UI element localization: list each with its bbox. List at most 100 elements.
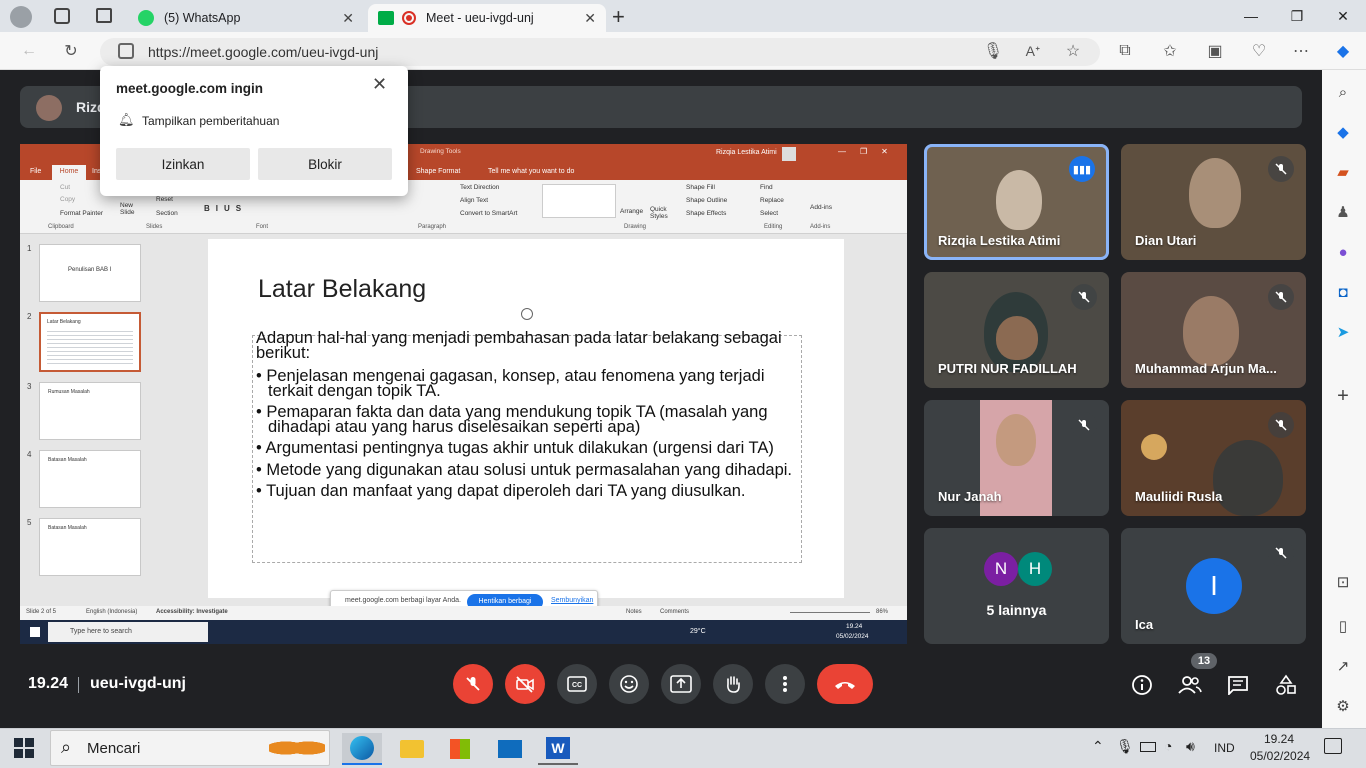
favorite-star-icon[interactable]: ☆ [1058,36,1088,66]
raise-hand-button[interactable] [713,664,753,704]
start-button[interactable] [14,738,34,758]
system-tray-chevron-icon[interactable]: ⌃ [1092,738,1104,755]
volume-icon[interactable]: 🔊︎ [1186,738,1195,755]
copilot-icon[interactable]: ◆ [1328,36,1358,66]
taskbar-edge-icon[interactable] [342,733,382,765]
slide-body: Adapun hal-hal yang menjadi pembahasan p… [256,330,802,506]
add-icon[interactable]: + [1331,384,1355,408]
site-info-icon[interactable] [118,43,134,59]
chat-button[interactable] [1225,672,1251,698]
others-tile[interactable]: N H 5 lainnya [924,528,1109,644]
search-icon[interactable]: ⌕ [1331,80,1355,104]
allow-button[interactable]: Izinkan [116,148,250,180]
window-close-icon[interactable]: ✕ [1320,0,1366,32]
footer-divider [78,677,79,693]
sidebar-toggle-icon[interactable]: ▯ [1331,614,1355,638]
participant-tile[interactable]: I Ica [1121,528,1306,644]
present-button[interactable] [661,664,701,704]
profile-icon[interactable] [10,6,32,28]
mic-toggle-button[interactable] [453,664,493,704]
camera-toggle-button[interactable] [505,664,545,704]
ppt-text-direction: Text Direction [460,184,500,191]
ppt-select: Select [760,210,779,217]
participant-tile[interactable]: Muhammad Arjun Ma... [1121,272,1306,388]
outlook-icon[interactable]: ◘ [1331,280,1355,304]
shopping-icon[interactable]: ◆ [1331,120,1355,144]
captions-button[interactable]: CC [557,664,597,704]
network-icon[interactable]: ◔ [1164,738,1172,754]
close-icon[interactable]: ✕ [584,10,596,27]
popup-close-icon[interactable]: ✕ [372,74,387,95]
send-icon[interactable]: ➤ [1331,320,1355,344]
activities-button[interactable] [1273,672,1299,698]
participant-tile[interactable]: Nur Janah [924,400,1109,516]
svg-text:CC: CC [572,682,582,689]
workspaces-icon[interactable] [54,8,70,24]
inner-date: 05/02/2024 [836,633,869,640]
participant-tile[interactable]: ▮▮▮ Rizqia Lestika Atimi [924,144,1109,260]
games-icon[interactable]: ♟ [1331,200,1355,224]
participant-name: Dian Utari [1135,233,1197,248]
url-text: https://meet.google.com/ueu-ivgd-unj [148,44,379,60]
settings-icon[interactable]: ⚙ [1331,694,1355,718]
hide-banner-link[interactable]: Sembunyikan [551,597,593,604]
tray-mic-icon[interactable]: 🎙︎ [1116,738,1134,755]
minimize-icon[interactable]: — [1228,0,1274,32]
reactions-button[interactable] [609,664,649,704]
ppt-group-drawing: Drawing [624,224,647,230]
thumb-number: 3 [27,382,32,391]
slide-thumb: Rumusan Masalah [39,382,141,440]
language-status: English (Indonesia) [86,609,138,615]
office-icon[interactable]: ● [1331,240,1355,264]
screenshot-icon[interactable]: ⊡ [1331,570,1355,594]
taskbar-mail-icon[interactable] [490,733,530,765]
end-call-button[interactable] [817,664,873,704]
notification-icon[interactable] [1324,738,1342,754]
ppt-new-slide: New Slide [120,202,135,216]
split-screen-icon[interactable]: ⧉ [1110,36,1140,66]
taskbar-file-explorer-icon[interactable] [392,733,432,765]
input-language[interactable]: IND [1214,741,1235,755]
meeting-info-button[interactable] [1129,672,1155,698]
taskbar-date[interactable]: 05/02/2024 [1250,749,1310,763]
participant-name: Ica [1135,617,1154,632]
ppt-convert-smartart: Convert to SmartArt [460,210,518,217]
search-icon: ⌕ [61,737,72,757]
favorites-icon[interactable]: ✩ [1155,36,1185,66]
microphone-icon[interactable]: 🎙 [978,36,1008,66]
taskbar-word-icon[interactable]: W [538,733,578,765]
tab-actions-icon[interactable] [96,8,112,23]
close-icon[interactable]: ✕ [342,10,354,27]
new-tab-icon[interactable]: + [612,4,625,30]
participant-tile[interactable]: Mauliidi Rusla [1121,400,1306,516]
restore-icon[interactable]: ❐ [1274,0,1320,32]
refresh-icon[interactable]: ↻ [56,36,86,66]
people-button[interactable] [1177,672,1203,698]
tab-meet[interactable]: Meet - ueu-ivgd-unj ✕ [368,4,606,32]
collections-icon[interactable]: ▣ [1200,36,1230,66]
participant-name: Muhammad Arjun Ma... [1135,361,1277,376]
participant-tile[interactable]: Dian Utari [1121,144,1306,260]
taskbar-store-icon[interactable] [440,733,480,765]
mic-off-icon [1268,156,1294,182]
battery-icon[interactable] [1140,742,1156,752]
tab-meet-label: Meet - ueu-ivgd-unj [426,11,534,25]
block-button[interactable]: Blokir [258,148,392,180]
participant-tile[interactable]: PUTRI NUR FADILLAH [924,272,1109,388]
avatar: N [984,552,1018,586]
more-menu-icon[interactable]: ⋯ [1286,36,1316,66]
ppt-group-editing: Editing [764,224,783,230]
thumb-title: Latar Belakang [47,319,81,325]
ppt-add-ins: Add-ins [810,204,833,211]
taskbar-search-box[interactable]: ⌕ Mencari [50,730,330,766]
slide-thumb: Batasan Masalah [39,518,141,576]
thumb-title: Batasan Masalah [48,525,87,531]
back-icon[interactable]: ← [14,36,44,66]
tab-whatsapp[interactable]: (5) WhatsApp ✕ [128,4,364,32]
tools-icon[interactable]: ▰ [1331,160,1355,184]
open-external-icon[interactable]: ↗ [1331,654,1355,678]
taskbar-time[interactable]: 19.24 [1264,732,1294,746]
more-options-button[interactable] [765,664,805,704]
performance-icon[interactable]: ♡ [1244,36,1274,66]
read-aloud-icon[interactable]: Aᐩ [1018,36,1048,66]
